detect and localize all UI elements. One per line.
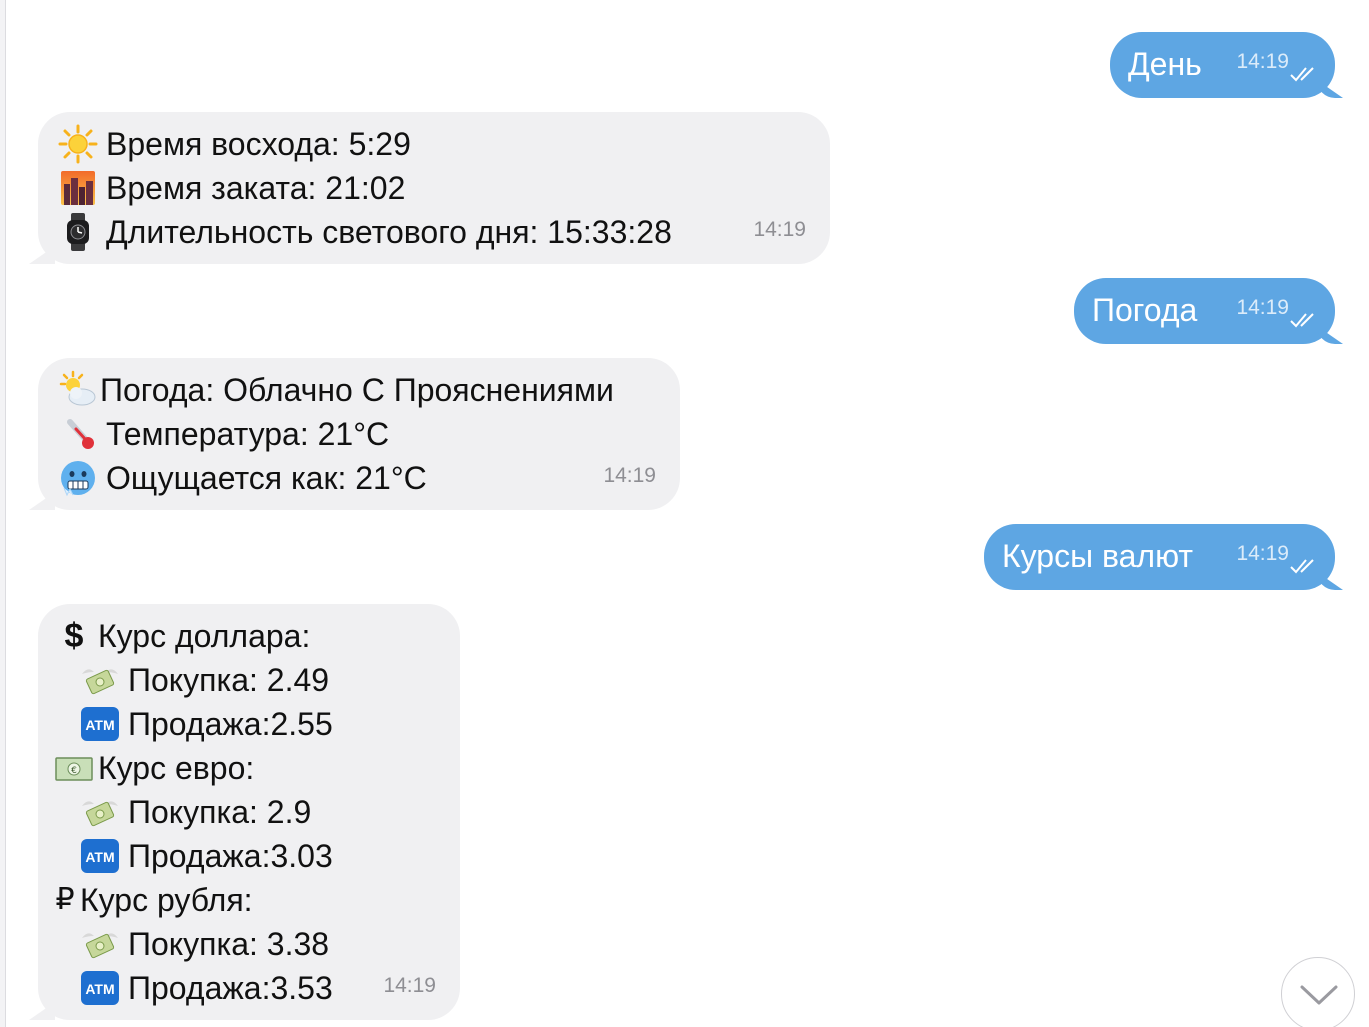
read-double-check-icon bbox=[1290, 67, 1314, 82]
message-text: День bbox=[1128, 46, 1202, 82]
chat-view: День 14:19 Время восхода: 5:29 Время зак… bbox=[0, 0, 1369, 1027]
message-line-text: Покупка: 2.9 bbox=[128, 794, 312, 830]
message-line-text: Покупка: 2.49 bbox=[128, 662, 330, 698]
atm-icon: ATM bbox=[80, 836, 120, 876]
message-line-text: Продажа:2.55 bbox=[128, 706, 333, 742]
message-line-text: Длительность светового дня: 15:33:28 bbox=[106, 214, 672, 250]
message-time: 14:19 bbox=[383, 974, 436, 997]
message-line-text: Время восхода: 5:29 bbox=[106, 126, 411, 162]
message-text: Курсы валют bbox=[1002, 538, 1194, 574]
chevron-down-icon bbox=[1300, 985, 1338, 1005]
thermometer-icon bbox=[58, 414, 98, 454]
read-double-check-icon bbox=[1290, 559, 1314, 574]
message-line: Ощущается как: 21°C bbox=[58, 456, 656, 500]
incoming-message-daylight[interactable]: Время восхода: 5:29 Время заката: 21:02 bbox=[38, 112, 830, 264]
message-time: 14:19 bbox=[1236, 542, 1289, 565]
incoming-message-weather[interactable]: Погода: Облачно С Прояснениями Температу… bbox=[38, 358, 680, 510]
watch-icon bbox=[58, 212, 98, 252]
message-line: Покупка: 2.9 bbox=[54, 790, 436, 834]
svg-text:€: € bbox=[71, 766, 77, 776]
incoming-message-rates[interactable]: $ Курс доллара: Покупка: 2.49 ATM Продаж… bbox=[38, 604, 460, 1020]
outgoing-message-day[interactable]: День 14:19 bbox=[1110, 32, 1335, 98]
message-line-text: Курс рубля: bbox=[80, 882, 253, 918]
dollar-sign-icon: $ bbox=[64, 617, 84, 655]
outgoing-message-weather[interactable]: Погода 14:19 bbox=[1074, 278, 1335, 344]
svg-text:ATM: ATM bbox=[85, 981, 114, 997]
euro-banknote-icon: € bbox=[54, 748, 94, 788]
message-line: ATM Продажа:2.55 bbox=[54, 702, 436, 746]
message-line-text: Покупка: 3.38 bbox=[128, 926, 330, 962]
atm-icon: ATM bbox=[80, 968, 120, 1008]
message-line-text: Погода: Облачно С Прояснениями bbox=[100, 372, 614, 408]
message-line: ATM Продажа:3.53 bbox=[54, 966, 436, 1010]
sun-behind-cloud-icon bbox=[58, 370, 98, 410]
money-wings-icon bbox=[80, 792, 120, 832]
message-time: 14:19 bbox=[1236, 296, 1289, 319]
sunset-city-icon bbox=[58, 168, 98, 208]
message-line: $ Курс доллара: bbox=[54, 614, 436, 658]
message-line-text: Ощущается как: 21°C bbox=[106, 460, 427, 496]
message-line: ₽ Курс рубля: bbox=[54, 878, 436, 922]
money-wings-icon bbox=[80, 924, 120, 964]
read-double-check-icon bbox=[1290, 313, 1314, 328]
outgoing-message-rates[interactable]: Курсы валют 14:19 bbox=[984, 524, 1335, 590]
message-line: ATM Продажа:3.03 bbox=[54, 834, 436, 878]
message-line: Длительность светового дня: 15:33:28 bbox=[58, 210, 806, 254]
message-line: Покупка: 3.38 bbox=[54, 922, 436, 966]
cold-face-icon bbox=[58, 458, 98, 498]
message-line: € Курс евро: bbox=[54, 746, 436, 790]
message-line-text: Курс евро: bbox=[98, 750, 255, 786]
message-line: Покупка: 2.49 bbox=[54, 658, 436, 702]
atm-icon: ATM bbox=[80, 704, 120, 744]
message-line: Время восхода: 5:29 bbox=[58, 122, 806, 166]
svg-text:ATM: ATM bbox=[85, 849, 114, 865]
message-line-text: Продажа:3.03 bbox=[128, 838, 333, 874]
message-line: Погода: Облачно С Прояснениями bbox=[58, 368, 656, 412]
message-time: 14:19 bbox=[603, 464, 656, 487]
message-line: Время заката: 21:02 bbox=[58, 166, 806, 210]
svg-text:ATM: ATM bbox=[85, 717, 114, 733]
money-wings-icon bbox=[80, 660, 120, 700]
message-line-text: Температура: 21°C bbox=[106, 416, 390, 452]
message-time: 14:19 bbox=[753, 218, 806, 241]
message-line: Температура: 21°C bbox=[58, 412, 656, 456]
ruble-sign-icon: ₽ bbox=[55, 883, 75, 916]
scroll-to-bottom-button[interactable] bbox=[1281, 957, 1355, 1027]
message-time: 14:19 bbox=[1236, 50, 1289, 73]
message-line-text: Курс доллара: bbox=[98, 618, 311, 654]
left-panel-edge bbox=[0, 0, 6, 1027]
message-line-text: Время заката: 21:02 bbox=[106, 170, 406, 206]
message-line-text: Продажа:3.53 bbox=[128, 970, 333, 1006]
sun-icon bbox=[58, 124, 98, 164]
message-text: Погода bbox=[1092, 292, 1198, 328]
